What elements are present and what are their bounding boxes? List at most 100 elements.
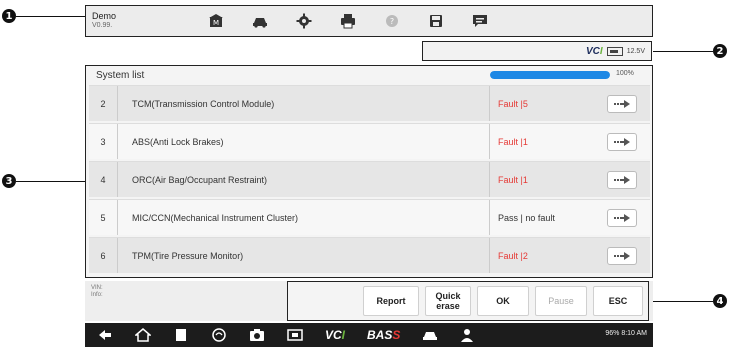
save-button[interactable] (414, 6, 458, 36)
system-row-number: 6 (100, 250, 106, 261)
help-button[interactable]: ? (370, 6, 414, 36)
report-button[interactable]: Report (363, 286, 419, 316)
user-nav-button[interactable] (460, 327, 476, 343)
home-button[interactable]: M (194, 6, 238, 36)
callout-2: 2 (713, 44, 727, 58)
home-icon: M (209, 14, 223, 27)
scan-progress-fill (490, 71, 610, 79)
recent-apps-icon (176, 329, 186, 341)
camera-button[interactable] (249, 327, 265, 343)
battery-voltage: 12.5V (626, 47, 645, 55)
data-logging-icon (473, 15, 487, 27)
app-name: Demo (92, 11, 117, 21)
system-list-title: System list (96, 70, 145, 81)
display-button[interactable] (287, 327, 303, 343)
system-row-name: ORC(Air Bag/Occupant Restraint) (117, 162, 489, 197)
arrow-right-icon (614, 137, 630, 146)
callout-4: 4 (713, 294, 727, 308)
esc-button[interactable]: ESC (593, 286, 643, 316)
system-row-status: Fault |5 (489, 86, 599, 121)
arrow-right-icon (614, 175, 630, 184)
callout-4-line (653, 301, 713, 302)
arrow-right-icon (614, 99, 630, 108)
save-icon (430, 15, 442, 27)
display-icon (287, 329, 303, 341)
system-row-name: TCM(Transmission Control Module) (117, 86, 489, 121)
callout-2-line (653, 51, 713, 52)
system-row-name: TPM(Tire Pressure Monitor) (117, 238, 489, 273)
system-row[interactable]: 6 TPM(Tire Pressure Monitor) Fault |2 (89, 237, 650, 273)
enter-system-button[interactable] (607, 132, 637, 151)
vehicle-menu-button[interactable] (238, 6, 282, 36)
arrow-right-icon (614, 213, 630, 222)
scan-progress-bar (490, 71, 610, 79)
system-row[interactable]: 3 ABS(Anti Lock Brakes) Fault |1 (89, 123, 650, 159)
ok-button[interactable]: OK (477, 286, 529, 316)
vci-nav-shortcut[interactable]: VCI (325, 328, 345, 342)
camera-icon (250, 329, 264, 341)
quick-erase-button[interactable]: Quick erase (425, 286, 471, 316)
status-row: VCI 12.5V (85, 41, 653, 63)
vehicle-icon (423, 332, 438, 340)
system-row[interactable]: 4 ORC(Air Bag/Occupant Restraint) Fault |1 (89, 161, 650, 197)
system-row[interactable]: 2 TCM(Transmission Control Module) Fault |… (89, 85, 650, 121)
system-row-status: Pass | no fault (489, 200, 599, 235)
info-label: Info: (91, 292, 103, 298)
svg-text:?: ? (390, 17, 394, 26)
bas-nav-shortcut[interactable]: BASS (367, 328, 400, 342)
arrow-right-icon (614, 251, 630, 260)
system-list-panel: System list 100% 2 TCM(Transmission Contr… (85, 65, 653, 278)
system-row[interactable]: 5 MIC/CCN(Mechanical Instrument Cluster) P… (89, 199, 650, 235)
enter-system-button[interactable] (607, 208, 637, 227)
print-button[interactable] (326, 6, 370, 36)
system-list-header: System list 100% (86, 66, 652, 85)
pause-button[interactable]: Pause (535, 286, 587, 316)
android-navigation-bar: VCI BASS 96% 8:10 AM (85, 323, 653, 347)
browser-button[interactable] (211, 327, 227, 343)
home-nav-button[interactable] (135, 327, 151, 343)
vehicle-nav-button[interactable] (422, 327, 438, 343)
system-status: 96% 8:10 AM (605, 330, 647, 337)
function-toolbar: Demo V0.99. M ? (85, 5, 653, 37)
enter-system-button[interactable] (607, 170, 637, 189)
browser-icon (212, 328, 226, 342)
help-icon: ? (386, 15, 398, 27)
callout-1-line (16, 16, 85, 17)
callout-3-line (16, 181, 85, 182)
print-icon (341, 14, 355, 29)
recent-apps-button[interactable] (173, 327, 189, 343)
system-row-name: MIC/CCN(Mechanical Instrument Cluster) (117, 200, 489, 235)
settings-button[interactable] (282, 6, 326, 36)
system-row-status: Fault |2 (489, 238, 599, 273)
battery-icon (606, 46, 623, 56)
system-row-number: 2 (100, 98, 106, 109)
home-nav-icon (135, 328, 151, 342)
vin-info: VIN: Info: (91, 285, 103, 299)
vin-label: VIN: (91, 285, 103, 291)
settings-icon (296, 13, 312, 29)
system-row-number: 4 (100, 174, 106, 185)
user-icon (461, 329, 474, 342)
scan-progress-label: 100% (616, 70, 634, 77)
vci-logo: VCI (586, 45, 603, 57)
diagnostic-screen: Demo V0.99. M ? VCI 12.5V System list 10… (85, 5, 653, 347)
svg-text:M: M (213, 19, 219, 27)
app-version: V0.99. (92, 22, 113, 29)
system-row-status: Fault |1 (489, 162, 599, 197)
system-row-number: 5 (100, 212, 106, 223)
callout-3: 3 (2, 174, 16, 188)
bottom-bar: VIN: Info: Report Quick erase OK Pause E… (85, 281, 653, 321)
vci-status-box: VCI 12.5V (422, 41, 652, 61)
system-row-status: Fault |1 (489, 124, 599, 159)
enter-system-button[interactable] (607, 246, 637, 265)
vehicle-menu-icon (253, 18, 267, 28)
app-identity: Demo V0.99. (86, 11, 154, 31)
back-icon (99, 330, 111, 340)
system-row-name: ABS(Anti Lock Brakes) (117, 124, 489, 159)
enter-system-button[interactable] (607, 94, 637, 113)
system-row-number: 3 (100, 136, 106, 147)
back-button[interactable] (97, 327, 113, 343)
function-buttons: Report Quick erase OK Pause ESC (287, 281, 649, 321)
callout-1: 1 (2, 9, 16, 23)
data-logging-button[interactable] (458, 6, 502, 36)
